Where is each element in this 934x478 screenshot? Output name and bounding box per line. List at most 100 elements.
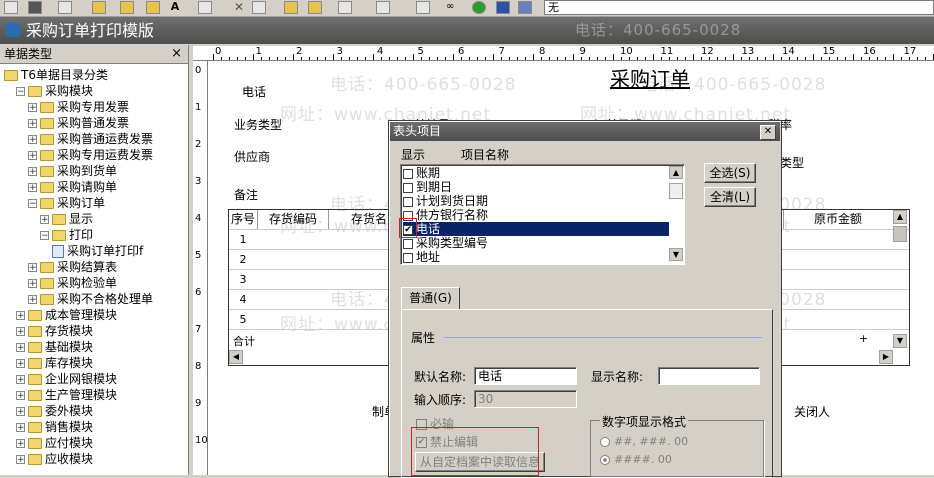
expand-icon[interactable]: + [16,455,25,465]
biz-type-label[interactable]: 业务类型 [234,116,282,133]
tab-general[interactable]: 普通(G) [401,287,460,310]
zoom-icon[interactable] [308,1,322,14]
add-row-icon[interactable]: + [859,332,868,345]
col-header-seq[interactable]: 序号 [229,210,258,229]
tree-item[interactable]: + 存货模块 [16,323,93,339]
expand-icon[interactable]: + [28,135,37,145]
tree-item[interactable]: − 采购模块 [16,83,93,99]
tree-item[interactable]: + 采购结算表 [28,259,117,275]
list-scroll-up-icon[interactable]: ▲ [669,166,683,179]
expand-icon[interactable]: + [16,343,25,353]
select-all-button[interactable]: 全选(S) [704,163,756,183]
expand-icon[interactable]: + [16,423,25,433]
lock-icon[interactable] [496,1,510,14]
tree-item[interactable]: + 基础模块 [16,339,93,355]
tree-item[interactable]: + 采购不合格处理单 [28,291,153,307]
justify-icon[interactable] [416,1,430,14]
tree-item[interactable]: 采购订单打印f [52,243,143,259]
expand-icon[interactable]: + [16,439,25,449]
radio-selected-icon[interactable] [600,455,610,465]
link-icon[interactable]: ∞ [446,1,460,14]
tree-item[interactable]: + 委外模块 [16,403,93,419]
tree-item[interactable]: + 销售模块 [16,419,93,435]
refresh-icon[interactable] [472,1,486,14]
scroll-left-icon[interactable]: ◀ [229,350,243,364]
font-select[interactable]: 无 [544,0,934,15]
expand-icon[interactable]: + [28,167,37,177]
paste-icon[interactable] [146,1,160,14]
list-item[interactable]: 采购类型编号 [403,236,669,250]
close-icon[interactable]: × [171,45,182,63]
dialog-close-icon[interactable]: ✕ [760,125,776,140]
supplier-label[interactable]: 供应商 [234,148,270,165]
font-size-icon[interactable] [338,1,352,14]
expand-icon[interactable]: + [28,103,37,113]
tree-item[interactable]: + 采购请购单 [28,179,117,195]
expand-icon[interactable]: + [16,391,25,401]
save-icon[interactable] [28,1,42,14]
closer-label[interactable]: 关闭人 [794,403,830,420]
col-header-inv-code[interactable]: 存货编码 [258,210,329,229]
properties-icon[interactable] [198,1,212,14]
collapse-icon[interactable]: − [28,199,37,209]
scroll-up-icon[interactable]: ▲ [893,210,907,224]
expand-icon[interactable]: + [16,375,25,385]
checkbox-icon[interactable] [403,196,413,207]
expand-icon[interactable]: + [28,263,37,273]
expand-icon[interactable]: + [16,359,25,369]
tree-item[interactable]: − 采购订单 [28,195,105,211]
expand-icon[interactable]: + [16,311,25,321]
expand-icon[interactable]: + [28,279,37,289]
tree-item[interactable]: + 应收模块 [16,451,93,467]
clear-all-button[interactable]: 全清(L) [704,187,756,207]
tree-item[interactable]: + 库存模块 [16,355,93,371]
scroll-right-icon[interactable]: ▶ [879,350,893,364]
col-header-amount[interactable]: 原币金额 [783,210,892,229]
align-icon[interactable] [252,1,266,14]
tree-item[interactable]: + 采购检验单 [28,275,117,291]
delete-icon[interactable]: ✕ [232,1,246,14]
line-icon[interactable] [284,1,298,14]
expand-icon[interactable]: + [16,407,25,417]
tree-item[interactable]: + 成本管理模块 [16,307,117,323]
input-order-field[interactable]: 30 [474,390,577,408]
list-item[interactable]: 计划到货日期 [403,194,669,208]
expand-icon[interactable]: + [28,151,37,161]
list-scroll-thumb[interactable] [669,183,683,199]
expand-icon[interactable]: + [28,183,37,193]
checkbox-icon[interactable] [403,168,413,179]
checkbox-icon[interactable] [403,182,413,193]
row-number[interactable]: 4 [229,293,257,306]
header-item-list[interactable]: 账期 到期日 计划到货日期 供方银行名称 ✔ 电话 采购类型编号 地址 ▲ ▼ [400,164,685,265]
phone-label[interactable]: 电话 [242,83,266,100]
expand-icon[interactable]: + [40,215,49,225]
tree-item[interactable]: T6单据目录分类 [4,67,108,83]
list-scroll-down-icon[interactable]: ▼ [669,248,683,261]
row-number[interactable]: 3 [229,273,257,286]
list-item[interactable]: 账期 [403,166,669,180]
document-title[interactable]: 采购订单 [610,63,690,92]
tree-item[interactable]: + 采购普通发票 [28,115,129,131]
tree-item[interactable]: − 打印 [40,227,93,243]
scroll-down-icon[interactable]: ▼ [893,334,907,348]
open-icon[interactable] [4,1,18,14]
tree-item[interactable]: + 企业网银模块 [16,371,117,387]
tree-item[interactable]: + 采购专用发票 [28,99,129,115]
cut-icon[interactable] [120,1,134,14]
list-item[interactable]: 到期日 [403,180,669,194]
list-item[interactable]: 地址 [403,250,669,264]
default-name-field[interactable]: 电话 [474,367,577,385]
tree-item[interactable]: + 显示 [40,211,93,227]
expand-icon[interactable]: + [28,119,37,129]
format-option-1[interactable]: ##, ###. 00 [600,435,688,448]
expand-icon[interactable]: + [28,295,37,305]
remark-label[interactable]: 备注 [234,186,258,203]
tree-item[interactable]: + 生产管理模块 [16,387,117,403]
format-option-2[interactable]: ####. 00 [600,453,672,466]
copy-icon[interactable] [92,1,106,14]
tree-item[interactable]: + 采购专用运费发票 [28,147,153,163]
row-number[interactable]: 1 [229,233,257,246]
text-icon[interactable]: A [168,1,182,14]
checkbox-icon[interactable] [403,252,413,263]
row-number[interactable]: 2 [229,253,257,266]
